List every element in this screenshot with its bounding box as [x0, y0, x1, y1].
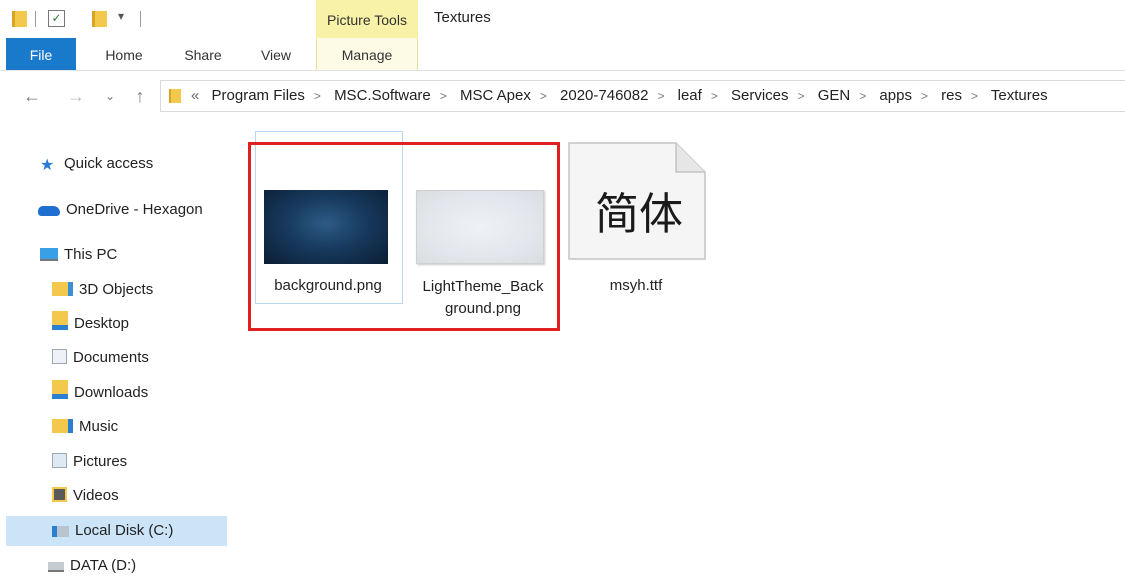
forward-arrow-icon[interactable]: → — [62, 78, 90, 114]
breadcrumb-item[interactable]: Textures — [991, 87, 1048, 104]
tab-home[interactable]: Home — [94, 38, 154, 70]
nav-item-this-pc[interactable]: This PC — [40, 240, 117, 270]
chevron-right-icon[interactable]: > — [540, 89, 547, 103]
nav-item-local-disk-c[interactable]: Local Disk (C:) — [6, 516, 227, 546]
breadcrumb-item[interactable]: MSC Apex — [460, 87, 531, 104]
navigation-bar: ← → ⌄ ↑ « Program Files > MSC.Software > M… — [0, 78, 1125, 114]
divider — [35, 11, 36, 27]
chevron-right-icon[interactable]: > — [859, 89, 866, 103]
ribbon-tabs: File Home Share View Manage — [0, 38, 1125, 71]
computer-icon — [40, 248, 58, 261]
documents-folder-icon — [52, 349, 67, 364]
chevron-right-icon[interactable]: > — [798, 89, 805, 103]
cloud-icon — [38, 206, 60, 216]
desktop-folder-icon — [52, 311, 68, 330]
folder-icon — [12, 11, 27, 27]
divider — [140, 11, 141, 27]
title-bar: ✓ ▾ Picture Tools Textures — [0, 0, 1125, 38]
tab-view[interactable]: View — [248, 38, 304, 70]
breadcrumb-item[interactable]: GEN — [818, 87, 851, 104]
nav-item-quick-access[interactable]: ★ Quick access — [40, 149, 153, 179]
chevron-right-icon[interactable]: > — [314, 89, 321, 103]
videos-folder-icon — [52, 487, 67, 502]
chevron-right-icon[interactable]: > — [921, 89, 928, 103]
properties-check-icon[interactable]: ✓ — [48, 10, 65, 27]
tab-file[interactable]: File — [6, 38, 76, 70]
up-arrow-icon[interactable]: ↑ — [128, 78, 152, 114]
drive-icon — [48, 562, 64, 572]
recent-locations-chevron-icon[interactable]: ⌄ — [100, 78, 120, 114]
breadcrumb-item[interactable]: apps — [879, 87, 912, 104]
breadcrumb-item[interactable]: MSC.Software — [334, 87, 431, 104]
window-title: Textures — [434, 9, 491, 26]
nav-item-data-d[interactable]: DATA (D:) — [40, 551, 136, 581]
navigation-pane: ★ Quick access OneDrive - Hexagon This PC… — [0, 140, 240, 575]
chevron-right-icon[interactable]: > — [711, 89, 718, 103]
breadcrumb-item[interactable]: Program Files — [212, 87, 305, 104]
new-folder-icon[interactable] — [92, 11, 107, 27]
address-bar[interactable]: « Program Files > MSC.Software > MSC Apex >… — [160, 80, 1125, 112]
breadcrumb-item[interactable]: res — [941, 87, 962, 104]
nav-item-onedrive[interactable]: OneDrive - Hexagon — [38, 195, 203, 225]
picture-tools-context-header: Picture Tools — [316, 0, 418, 38]
pictures-folder-icon — [52, 453, 67, 468]
breadcrumb: « Program Files > MSC.Software > MSC Apex >… — [191, 81, 1048, 111]
breadcrumb-item[interactable]: Services — [731, 87, 789, 104]
chevron-right-icon[interactable]: > — [440, 89, 447, 103]
back-arrow-icon[interactable]: ← — [18, 78, 46, 114]
nav-item-3d-objects[interactable]: 3D Objects — [52, 275, 153, 305]
star-icon: ★ — [40, 157, 55, 174]
folder-icon — [169, 89, 181, 103]
nav-item-desktop[interactable]: Desktop — [52, 309, 129, 339]
chevron-right-icon[interactable]: > — [657, 89, 664, 103]
3d-objects-folder-icon — [52, 282, 73, 296]
breadcrumb-item[interactable]: 2020-746082 — [560, 87, 648, 104]
file-item-msyh-ttf[interactable]: 简体 msyh.ttf — [566, 142, 706, 302]
breadcrumb-item[interactable]: leaf — [678, 87, 702, 104]
nav-item-documents[interactable]: Documents — [52, 343, 149, 373]
customize-toolbar-dropdown-icon[interactable]: ▾ — [118, 9, 124, 23]
downloads-folder-icon — [52, 380, 68, 399]
nav-item-downloads[interactable]: Downloads — [52, 378, 148, 408]
breadcrumb-overflow[interactable]: « — [191, 87, 199, 104]
tab-share[interactable]: Share — [174, 38, 232, 70]
local-disk-icon — [52, 526, 69, 537]
nav-item-videos[interactable]: Videos — [52, 481, 119, 511]
nav-item-pictures[interactable]: Pictures — [52, 447, 127, 477]
annotation-highlight-box — [248, 142, 560, 331]
chevron-right-icon[interactable]: > — [971, 89, 978, 103]
context-group-label: Picture Tools — [327, 12, 407, 28]
music-folder-icon — [52, 419, 73, 433]
font-glyph-preview: 简体 — [595, 189, 683, 240]
tab-manage[interactable]: Manage — [316, 38, 418, 70]
nav-item-music[interactable]: Music — [52, 412, 118, 442]
file-name: msyh.ttf — [609, 277, 663, 294]
